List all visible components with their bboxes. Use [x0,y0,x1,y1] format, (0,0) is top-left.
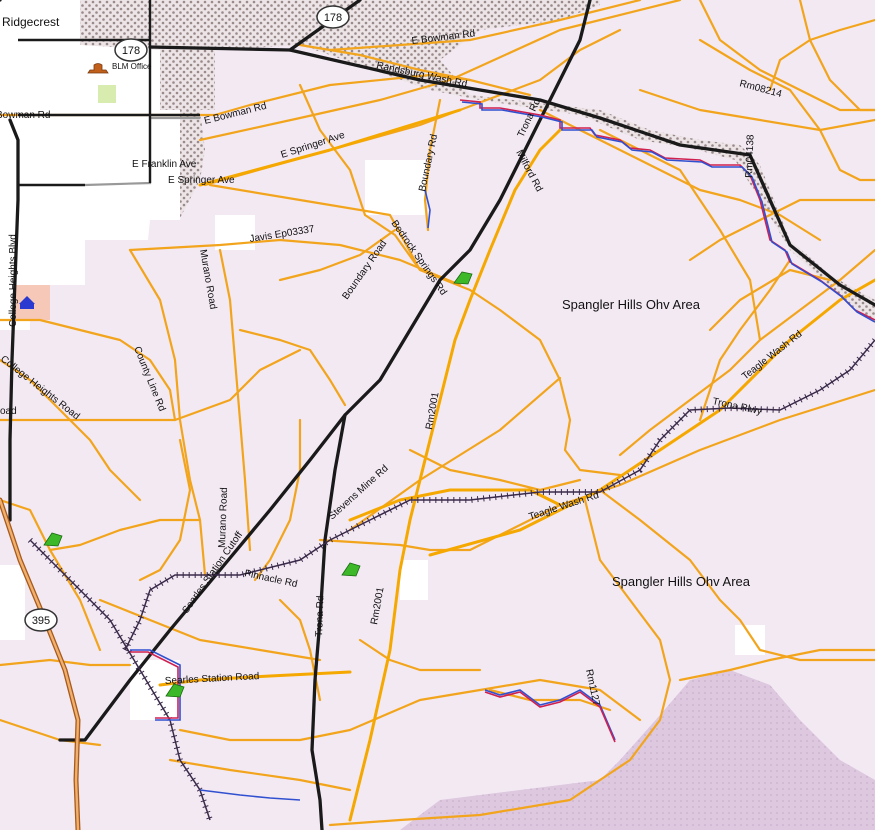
road-label: E Springer Ave [168,175,235,186]
svg-text:178: 178 [324,12,342,24]
road-label: Bowman Rd [0,110,50,121]
road-label: oad [0,406,17,417]
shield-hwy178-b[interactable]: 178 [114,38,148,62]
svg-text:178: 178 [122,45,140,57]
road-label: Rm04138 [744,134,757,178]
road-label: E Franklin Ave [132,159,197,170]
shield-hwy395[interactable]: 395 [24,608,58,632]
area-label-spangler-north: Spangler Hills Ohv Area [562,297,701,312]
white-parcel-5 [0,565,25,640]
shield-hwy178-a[interactable]: 178 [316,5,350,29]
area-label-spangler-south: Spangler Hills Ohv Area [612,574,751,589]
white-parcel-3 [400,560,428,600]
white-parcel-1 [365,160,425,215]
place-label-ridgecrest: Ridgecrest [2,15,60,29]
road-label: Murano Road [217,487,230,548]
svg-text:395: 395 [32,615,50,627]
place-label-blm-office: BLM Office [112,62,152,71]
map[interactable]: 178 178 395 Ridgecrest BLM Office Spangl… [0,0,875,830]
road-label: College Heights Blvd [8,234,19,327]
park-parcel [98,85,116,103]
road-label: Trona Rd [314,595,326,637]
